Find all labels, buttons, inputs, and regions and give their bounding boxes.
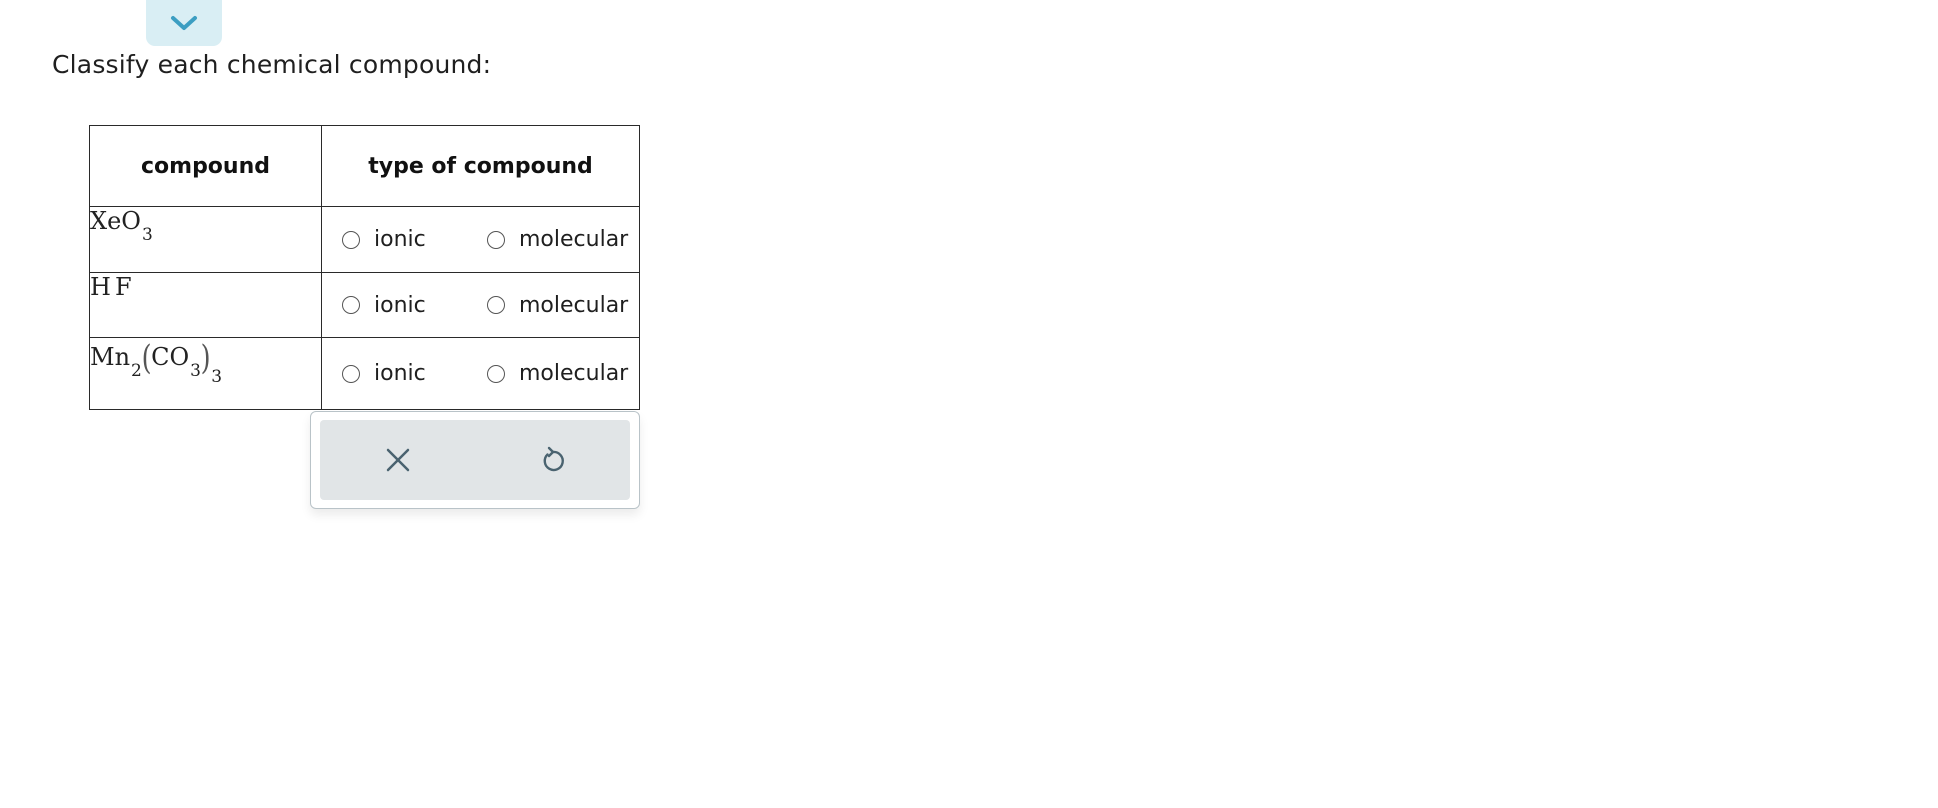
header-type-of-compound: type of compound — [321, 125, 640, 207]
question-prompt: Classify each chemical compound: — [52, 50, 492, 79]
answer-action-panel — [310, 411, 640, 509]
option-label: molecular — [519, 227, 629, 252]
formula-part: CO — [151, 343, 190, 371]
table-row: XeO3 ionic molecular — [89, 206, 640, 273]
table-row: Mn2(CO3)3 ionic molecular — [89, 337, 640, 410]
table-header-row: compound type of compound — [89, 125, 640, 207]
reset-button[interactable] — [475, 420, 630, 500]
molecular-radio-option[interactable]: molecular — [487, 361, 628, 386]
type-options-cell: ionic molecular — [321, 337, 640, 410]
compound-formula-xeo3: XeO3 — [89, 206, 322, 273]
formula-part: H — [90, 273, 115, 301]
formula-paren-open: ( — [141, 338, 152, 378]
formula-part: F — [114, 273, 136, 301]
formula-part: Mn — [90, 343, 131, 371]
ionic-radio-option[interactable]: ionic — [342, 293, 487, 318]
ionic-radio-option[interactable]: ionic — [342, 227, 487, 252]
collapse-tab-button[interactable] — [146, 0, 222, 46]
chevron-down-icon — [171, 16, 197, 30]
close-icon — [386, 448, 409, 472]
formula-part: XeO — [90, 207, 141, 235]
radio-button[interactable] — [342, 230, 360, 249]
undo-icon — [543, 446, 564, 472]
formula-paren-close: ) — [200, 338, 211, 378]
formula-subscript: 2 — [131, 361, 142, 381]
type-options-cell: ionic molecular — [321, 206, 640, 273]
formula-subscript: 3 — [211, 367, 223, 387]
molecular-radio-option[interactable]: molecular — [487, 227, 628, 252]
clear-button[interactable] — [320, 420, 475, 500]
table-row: HF ionic molecular — [89, 272, 640, 338]
header-compound: compound — [89, 125, 322, 207]
radio-button[interactable] — [487, 230, 505, 249]
formula-subscript: 3 — [190, 361, 201, 381]
molecular-radio-option[interactable]: molecular — [487, 293, 628, 318]
compound-formula-mn2co33: Mn2(CO3)3 — [89, 337, 322, 410]
classification-table: compound type of compound XeO3 ionic mol… — [89, 125, 640, 410]
option-label: ionic — [374, 292, 426, 318]
radio-button[interactable] — [342, 364, 360, 383]
radio-button[interactable] — [487, 364, 505, 383]
compound-formula-hf: HF — [89, 272, 322, 338]
action-bar — [320, 420, 630, 500]
option-label: molecular — [519, 361, 629, 386]
radio-button[interactable] — [487, 296, 505, 314]
type-options-cell: ionic molecular — [321, 272, 640, 338]
option-label: molecular — [519, 292, 629, 318]
option-label: ionic — [374, 227, 426, 252]
formula-subscript: 3 — [141, 225, 153, 245]
ionic-radio-option[interactable]: ionic — [342, 361, 487, 386]
radio-button[interactable] — [342, 296, 360, 314]
option-label: ionic — [374, 361, 426, 386]
